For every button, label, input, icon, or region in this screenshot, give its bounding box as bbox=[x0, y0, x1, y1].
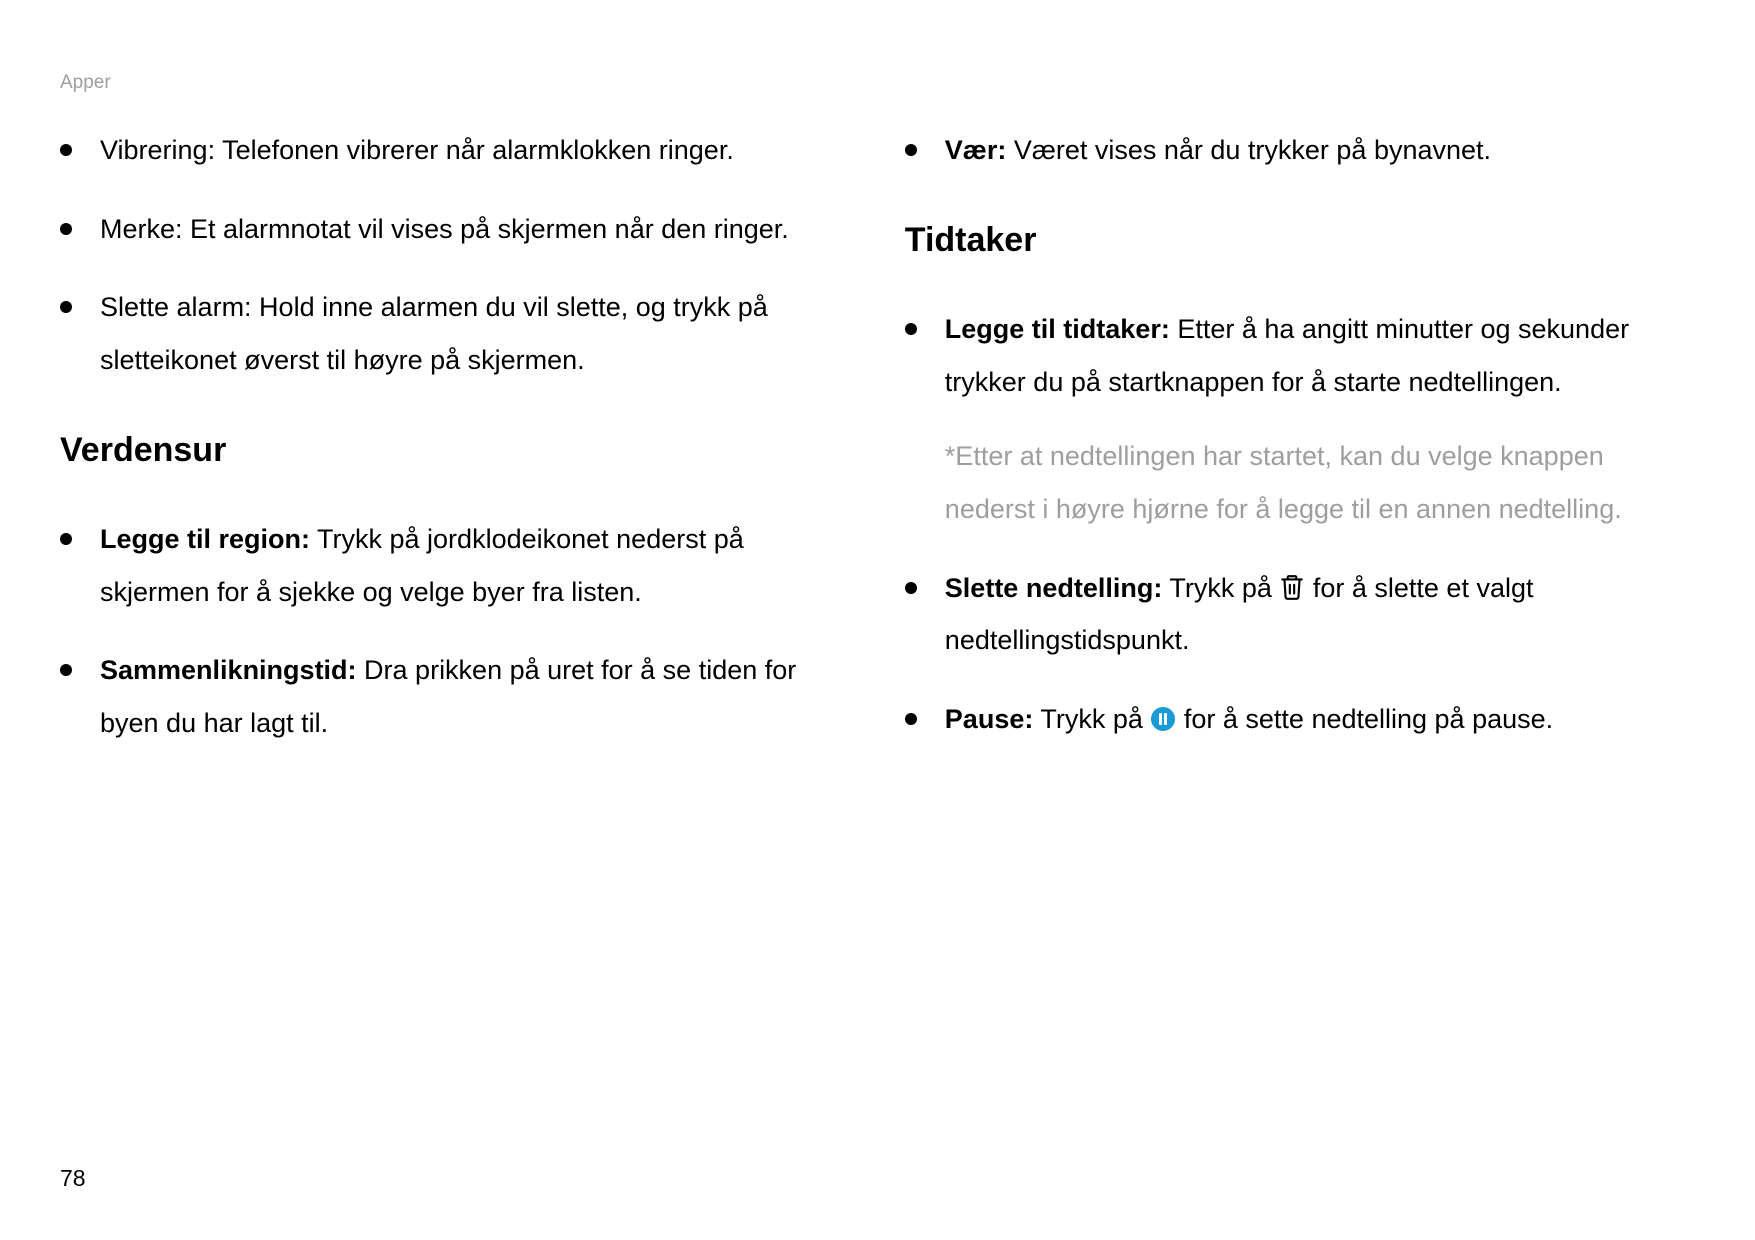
list-item-text: Merke: Et alarmnotat vil vises på skjerm… bbox=[100, 214, 789, 244]
list-item-label: Legge til tidtaker: bbox=[945, 314, 1170, 344]
page-number: 78 bbox=[60, 1165, 86, 1192]
left-column: Vibrering: Telefonen vibrerer når alarmk… bbox=[60, 124, 845, 775]
list-item-text: for å sette nedtelling på pause. bbox=[1176, 704, 1553, 734]
two-columns: Vibrering: Telefonen vibrerer når alarmk… bbox=[60, 124, 1695, 775]
list-item: Pause: Trykk på for å sette nedtelling p… bbox=[905, 693, 1690, 746]
list-item: Merke: Et alarmnotat vil vises på skjerm… bbox=[60, 203, 845, 256]
heading-tidtaker: Tidtaker bbox=[905, 207, 1690, 273]
list-item-label: Legge til region: bbox=[100, 524, 310, 554]
list-item-text: Slette alarm: Hold inne alarmen du vil s… bbox=[100, 292, 768, 375]
list-item-label: Slette nedtelling: bbox=[945, 573, 1163, 603]
list-item: Vær: Været vises når du trykker på bynav… bbox=[905, 124, 1690, 177]
heading-verdensur: Verdensur bbox=[60, 417, 845, 483]
manual-page: Apper Vibrering: Telefonen vibrerer når … bbox=[0, 0, 1755, 1240]
list-item: Legge til region: Trykk på jordklodeikon… bbox=[60, 513, 845, 618]
list-item: Vibrering: Telefonen vibrerer når alarmk… bbox=[60, 124, 845, 177]
right-column: Vær: Været vises når du trykker på bynav… bbox=[905, 124, 1690, 775]
list-item: Slette nedtelling: Trykk på for å slette… bbox=[905, 562, 1690, 667]
section-header: Apper bbox=[60, 72, 1695, 94]
list-item: Slette alarm: Hold inne alarmen du vil s… bbox=[60, 281, 845, 386]
list-item-text: Vibrering: Telefonen vibrerer når alarmk… bbox=[100, 135, 734, 165]
list-item-label: Vær: bbox=[945, 135, 1007, 165]
list-item-text: Trykk på bbox=[1033, 704, 1150, 734]
list-item-text: Trykk på bbox=[1162, 573, 1279, 603]
note-text: *Etter at nedtellingen har startet, kan … bbox=[905, 430, 1690, 535]
list-item: Legge til tidtaker: Etter å ha angitt mi… bbox=[905, 303, 1690, 408]
list-item-text: Været vises når du trykker på bynavnet. bbox=[1006, 135, 1491, 165]
list-item: Sammenlikningstid: Dra prikken på uret f… bbox=[60, 644, 845, 749]
pause-icon bbox=[1150, 704, 1176, 734]
list-item-label: Pause: bbox=[945, 704, 1034, 734]
trash-icon bbox=[1279, 573, 1305, 603]
list-item-label: Sammenlikningstid: bbox=[100, 655, 357, 685]
